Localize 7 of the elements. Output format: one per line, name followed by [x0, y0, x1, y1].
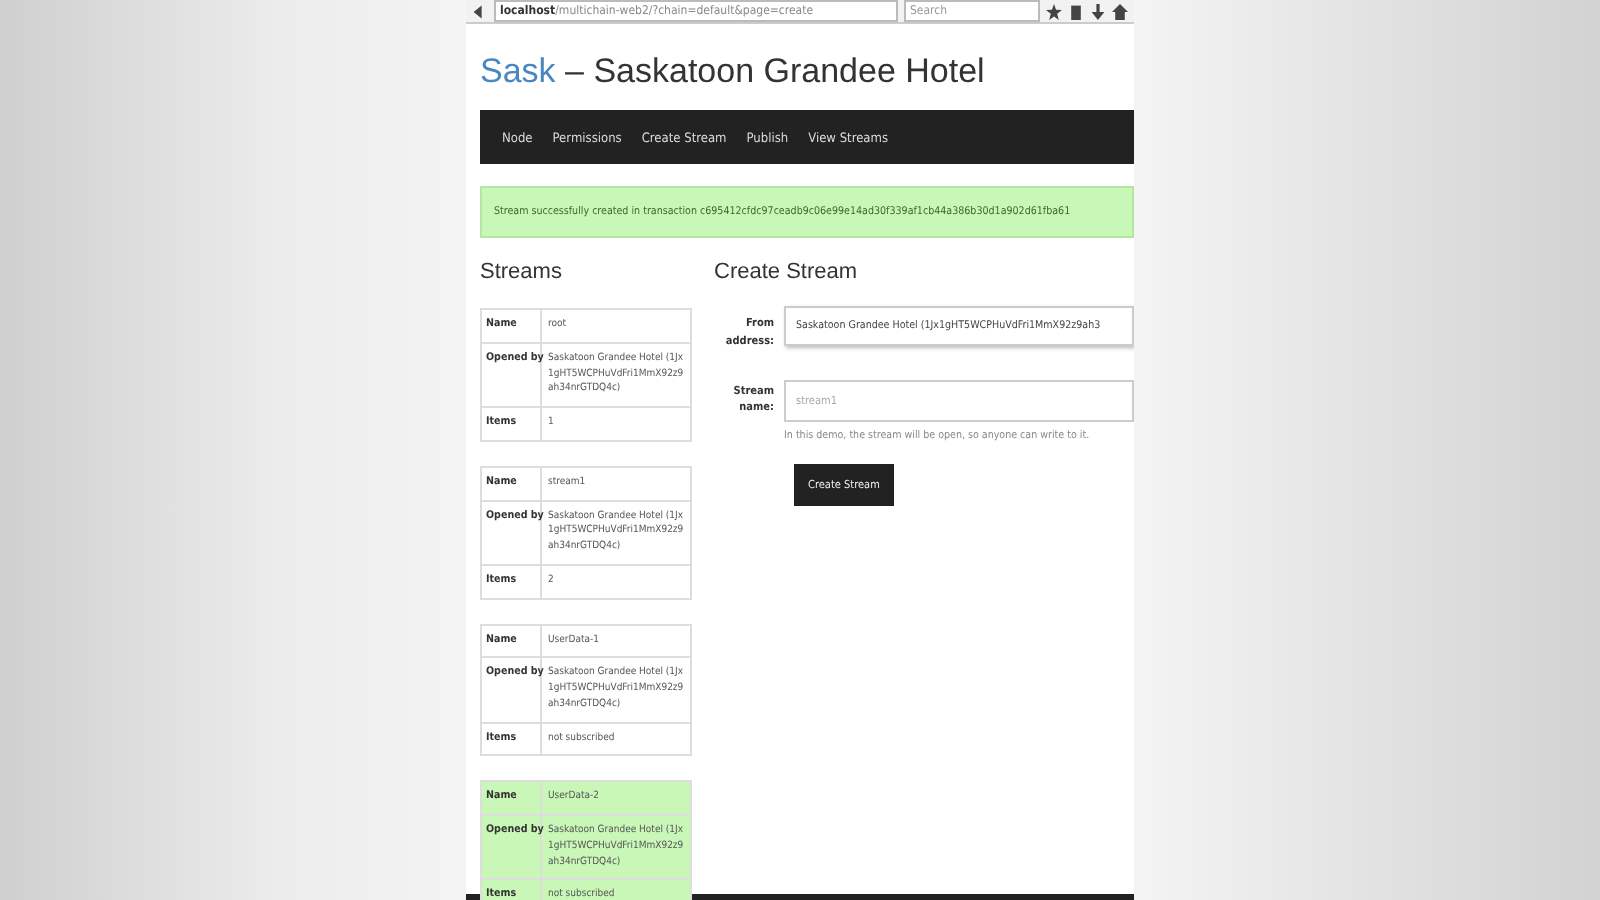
- back-icon[interactable]: [472, 3, 488, 19]
- page-title: Sask – Saskatoon Grandee Hotel: [480, 52, 987, 92]
- home-icon[interactable]: [1112, 3, 1128, 19]
- download-icon[interactable]: [1090, 3, 1106, 19]
- section-heading: Create Stream: [714, 260, 860, 284]
- star-icon[interactable]: [1046, 3, 1062, 19]
- section-heading: Streams: [480, 260, 564, 284]
